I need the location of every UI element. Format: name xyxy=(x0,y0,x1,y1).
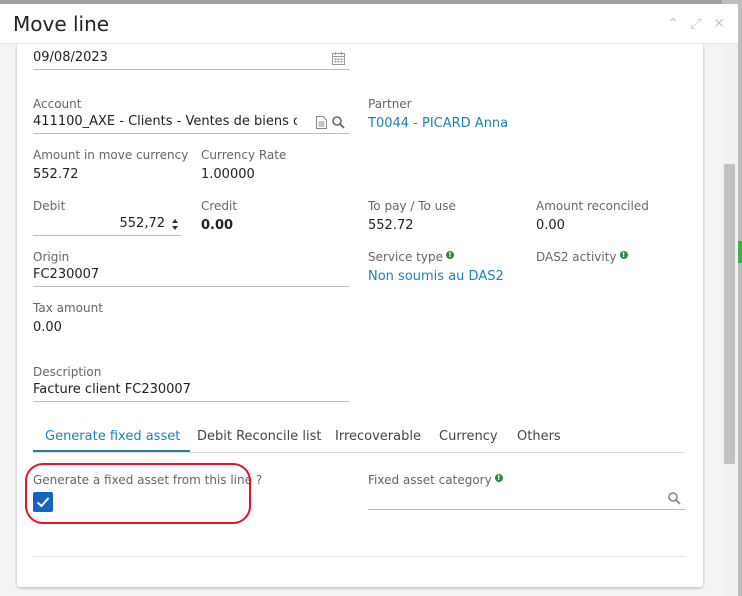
tab-debit-reconcile-list[interactable]: Debit Reconcile list xyxy=(197,429,321,444)
to-pay-value: 552.72 xyxy=(368,218,414,233)
document-icon[interactable] xyxy=(316,116,327,129)
search-icon[interactable] xyxy=(332,116,345,129)
section-divider xyxy=(33,556,685,557)
account-label: Account xyxy=(33,97,82,111)
amount-move-currency-label: Amount in move currency xyxy=(33,148,189,162)
window-controls: ⌃ ⤢ ✕ xyxy=(666,17,726,31)
origin-label: Origin xyxy=(33,250,70,264)
account-value: 411100_AXE - Clients - Ventes de biens o… xyxy=(33,114,297,129)
tab-irrecoverable[interactable]: Irrecoverable xyxy=(335,429,421,444)
das2-activity-label: DAS2 activity! xyxy=(536,250,628,264)
expand-icon[interactable]: ⤢ xyxy=(689,17,703,31)
calendar-icon[interactable] xyxy=(332,52,345,65)
service-type-label-text: Service type xyxy=(368,250,443,264)
scrollbar[interactable] xyxy=(722,44,738,596)
tab-bar: Generate fixed asset Debit Reconcile lis… xyxy=(33,425,685,453)
tab-currency[interactable]: Currency xyxy=(439,429,498,444)
search-icon[interactable] xyxy=(668,492,681,505)
partner-link[interactable]: T0044 - PICARD Anna xyxy=(368,116,508,131)
highlight-annotation xyxy=(25,463,251,524)
tab-others[interactable]: Others xyxy=(517,429,561,444)
tax-amount-value: 0.00 xyxy=(33,320,62,335)
credit-label: Credit xyxy=(201,199,238,213)
info-icon: ! xyxy=(494,474,503,482)
debit-input[interactable]: 552,72 xyxy=(33,214,181,236)
date-field[interactable]: 09/08/2023 xyxy=(33,48,349,70)
tab-generate-fixed-asset[interactable]: Generate fixed asset xyxy=(45,429,180,444)
dialog-title: Move line xyxy=(13,12,110,36)
fixed-asset-category-field[interactable] xyxy=(368,488,685,510)
origin-field[interactable]: FC230007 xyxy=(33,265,349,287)
tax-amount-label: Tax amount xyxy=(33,301,103,315)
dialog-titlebar: Move line ⌃ ⤢ ✕ xyxy=(0,4,738,44)
origin-value: FC230007 xyxy=(33,267,100,282)
close-icon[interactable]: ✕ xyxy=(712,17,726,31)
description-field[interactable]: Facture client FC230007 xyxy=(33,380,349,402)
description-value: Facture client FC230007 xyxy=(33,382,191,397)
scrollbar-thumb[interactable] xyxy=(724,164,735,464)
amount-reconciled-value: 0.00 xyxy=(536,218,565,233)
amount-move-currency-value: 552.72 xyxy=(33,167,79,182)
debit-label: Debit xyxy=(33,199,66,213)
fixed-asset-category-label-text: Fixed asset category xyxy=(368,473,492,487)
stepper-icon[interactable] xyxy=(171,218,179,231)
credit-value: 0.00 xyxy=(201,218,234,233)
to-pay-label: To pay / To use xyxy=(368,199,456,213)
currency-rate-value: 1.00000 xyxy=(201,167,255,182)
currency-rate-label: Currency Rate xyxy=(201,148,287,162)
collapse-icon[interactable]: ⌃ xyxy=(666,17,680,31)
info-icon: ! xyxy=(445,251,454,259)
service-type-label: Service type! xyxy=(368,250,454,264)
das2-activity-label-text: DAS2 activity xyxy=(536,250,617,264)
date-value: 09/08/2023 xyxy=(33,50,108,65)
debit-value: 552,72 xyxy=(119,216,166,231)
partner-label: Partner xyxy=(368,97,412,111)
active-tab-indicator xyxy=(33,450,190,452)
account-field[interactable]: 411100_AXE - Clients - Ventes de biens o… xyxy=(33,112,349,134)
description-label: Description xyxy=(33,365,102,379)
amount-reconciled-label: Amount reconciled xyxy=(536,199,649,213)
info-icon: ! xyxy=(619,251,628,259)
fixed-asset-category-label: Fixed asset category! xyxy=(368,473,503,487)
service-type-link[interactable]: Non soumis au DAS2 xyxy=(368,269,504,284)
